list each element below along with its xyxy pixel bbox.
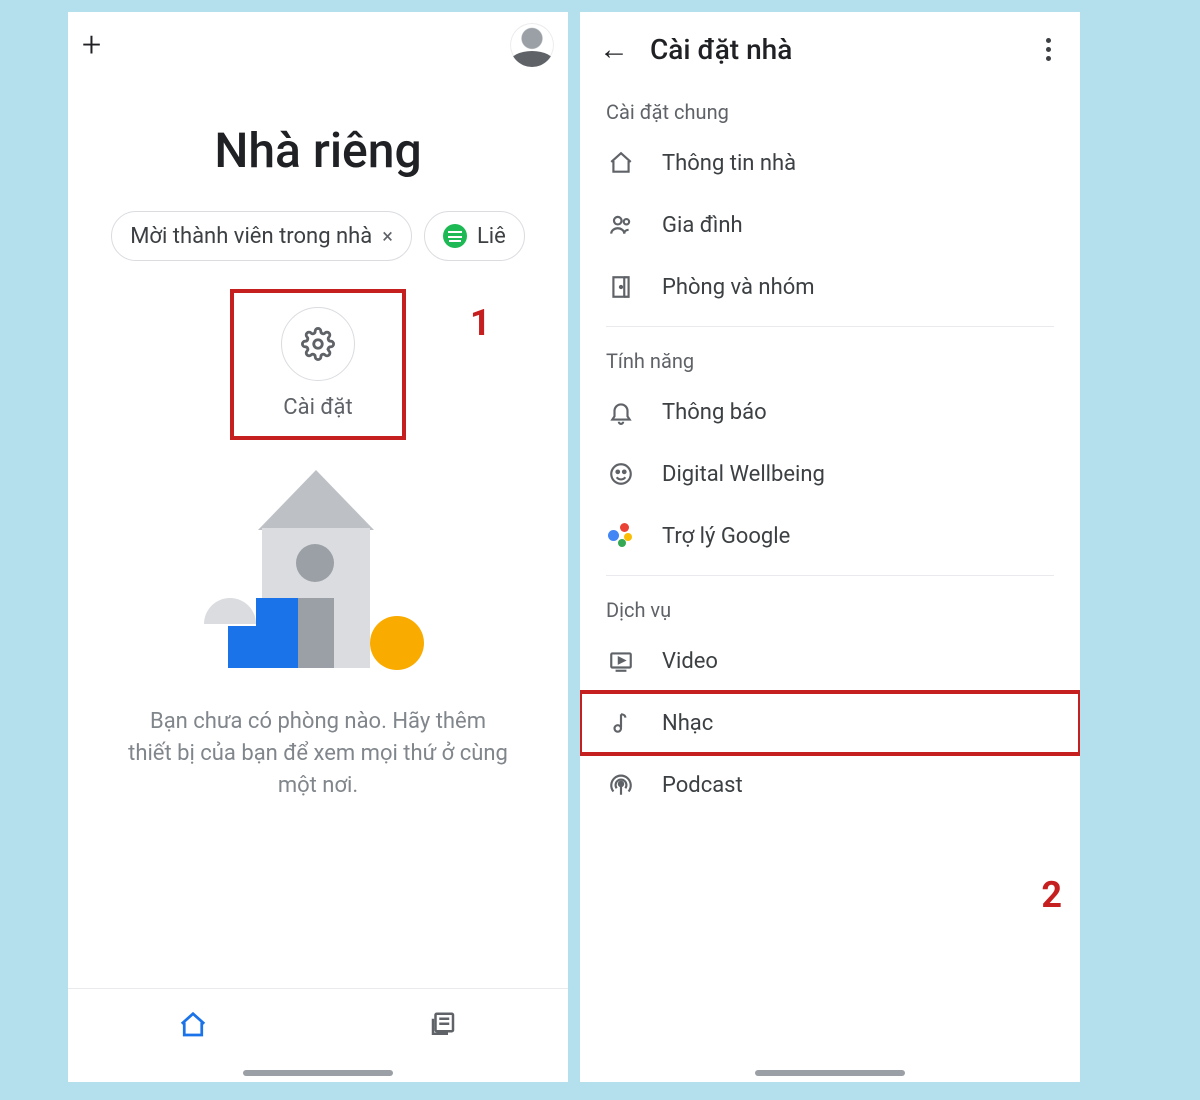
settings-label: Cài đặt xyxy=(234,395,402,420)
door-icon xyxy=(606,274,636,300)
chip-label: Mời thành viên trong nhà xyxy=(130,224,372,249)
row-rooms[interactable]: Phòng và nhóm xyxy=(580,256,1080,318)
row-wellbeing[interactable]: Digital Wellbeing xyxy=(580,443,1080,505)
row-label: Thông báo xyxy=(662,400,767,425)
row-label: Video xyxy=(662,649,718,674)
avatar[interactable] xyxy=(510,23,554,67)
bell-icon xyxy=(606,399,636,425)
people-icon xyxy=(606,212,636,238)
podcast-icon xyxy=(606,772,636,798)
chip-link-spotify[interactable]: Liê xyxy=(424,211,525,261)
nav-feed[interactable] xyxy=(318,989,568,1060)
gesture-bar xyxy=(243,1070,393,1076)
add-button[interactable]: + xyxy=(82,28,101,62)
chip-invite-member[interactable]: Mời thành viên trong nhà × xyxy=(111,211,412,261)
music-icon xyxy=(606,710,636,736)
suggestion-chips: Mời thành viên trong nhà × Liê xyxy=(68,211,568,261)
chip-label: Liê xyxy=(477,224,506,249)
row-label: Podcast xyxy=(662,773,743,798)
row-label: Phòng và nhóm xyxy=(662,275,815,300)
section-general: Cài đặt chung xyxy=(580,86,1080,132)
phone-home: + Nhà riêng Mời thành viên trong nhà × L… xyxy=(68,12,568,1082)
gear-icon xyxy=(281,307,355,381)
row-music[interactable]: Nhạc xyxy=(580,692,1080,754)
row-video[interactable]: Video xyxy=(580,630,1080,692)
spotify-icon xyxy=(443,224,467,248)
empty-illustration xyxy=(188,470,448,670)
home-title: Nhà riêng xyxy=(68,122,568,179)
row-label: Thông tin nhà xyxy=(662,151,796,176)
row-notifications[interactable]: Thông báo xyxy=(580,381,1080,443)
assistant-icon xyxy=(606,523,636,549)
wellbeing-icon xyxy=(606,461,636,487)
row-label: Digital Wellbeing xyxy=(662,462,825,487)
row-podcast[interactable]: Podcast xyxy=(580,754,1080,816)
callout-1: 1 xyxy=(470,302,491,344)
more-button[interactable] xyxy=(1028,38,1068,61)
app-bar: ← Cài đặt nhà xyxy=(580,12,1080,86)
close-icon[interactable]: × xyxy=(382,224,393,248)
divider xyxy=(606,326,1054,327)
top-bar: + xyxy=(68,12,568,78)
row-assistant[interactable]: Trợ lý Google xyxy=(580,505,1080,567)
phone-settings: ← Cài đặt nhà Cài đặt chung Thông tin nh… xyxy=(580,12,1080,1082)
section-features: Tính năng xyxy=(580,335,1080,381)
video-icon xyxy=(606,648,636,674)
row-label: Gia đình xyxy=(662,213,743,238)
page-title: Cài đặt nhà xyxy=(650,33,1028,66)
callout-2: 2 xyxy=(1041,874,1062,916)
nav-home[interactable] xyxy=(68,989,318,1060)
empty-message: Bạn chưa có phòng nào. Hãy thêm thiết bị… xyxy=(128,706,508,802)
back-button[interactable]: ← xyxy=(592,32,636,67)
row-label: Nhạc xyxy=(662,711,713,736)
divider xyxy=(606,575,1054,576)
gesture-bar xyxy=(755,1070,905,1076)
bottom-nav xyxy=(68,988,568,1060)
row-home-info[interactable]: Thông tin nhà xyxy=(580,132,1080,194)
home-icon xyxy=(606,150,636,176)
row-household[interactable]: Gia đình xyxy=(580,194,1080,256)
settings-tile[interactable]: Cài đặt xyxy=(230,289,406,440)
section-services: Dịch vụ xyxy=(580,584,1080,630)
row-label: Trợ lý Google xyxy=(662,524,790,549)
